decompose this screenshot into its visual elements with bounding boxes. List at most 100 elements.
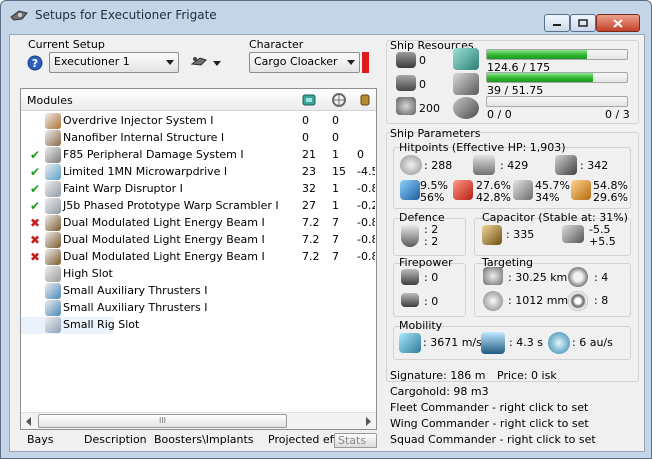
module-powergrid: 7 bbox=[332, 216, 339, 229]
maximize-button[interactable] bbox=[570, 14, 596, 32]
module-name: Small Rig Slot bbox=[63, 318, 140, 331]
missile-dps-icon bbox=[401, 293, 419, 307]
cargohold-text: Cargohold: 98 m3 bbox=[390, 385, 489, 398]
sensor-strength-icon bbox=[568, 291, 588, 311]
module-row[interactable]: ✔ Limited 1MN Microwarpdrive I 23 15 -4.5 bbox=[21, 164, 376, 181]
module-row[interactable]: Nanofiber Internal Structure I 0 0 bbox=[21, 130, 376, 147]
close-button[interactable] bbox=[596, 14, 640, 32]
module-cpu: 0 bbox=[302, 114, 309, 127]
module-name: Dual Modulated Light Energy Beam I bbox=[63, 233, 265, 246]
module-row[interactable]: High Slot bbox=[21, 266, 376, 283]
module-row[interactable]: ✔ F85 Peripheral Damage System I 21 1 0 bbox=[21, 147, 376, 164]
squad-commander-link[interactable]: Squad Commander - right click to set bbox=[390, 433, 596, 446]
current-setup-label: Current Setup bbox=[28, 38, 105, 51]
powergrid-icon bbox=[453, 73, 479, 95]
cpu-progress-fill bbox=[487, 50, 587, 59]
thermal-resist-icon bbox=[453, 180, 473, 200]
module-row[interactable]: Small Auxiliary Thrusters I bbox=[21, 283, 376, 300]
module-name: Dual Modulated Light Energy Beam I bbox=[63, 216, 265, 229]
title-bar[interactable]: Setups for Executioner Frigate bbox=[1, 1, 651, 32]
module-powergrid: 0 bbox=[332, 131, 339, 144]
help-icon[interactable]: ? bbox=[27, 55, 43, 71]
module-name: J5b Phased Prototype Warp Scrambler I bbox=[63, 199, 279, 212]
module-name: Faint Warp Disruptor I bbox=[63, 182, 183, 195]
app-window: Setups for Executioner Frigate Current S… bbox=[0, 0, 652, 459]
tab-stats[interactable]: Stats bbox=[334, 433, 377, 448]
calibration-used-value: 0 / 0 bbox=[487, 108, 512, 121]
module-cpu: 21 bbox=[302, 148, 316, 161]
module-row[interactable]: ✔ J5b Phased Prototype Warp Scrambler I 27… bbox=[21, 198, 376, 215]
armor-hp-icon bbox=[473, 155, 495, 175]
max-targets-icon bbox=[568, 267, 588, 287]
module-row[interactable]: ✖ Dual Modulated Light Energy Beam I 7.2 7 -… bbox=[21, 232, 376, 249]
module-row[interactable]: Small Rig Slot bbox=[21, 317, 376, 334]
minimize-icon bbox=[553, 24, 561, 26]
module-powergrid: 7 bbox=[332, 250, 339, 263]
character-status-indicator bbox=[362, 52, 369, 73]
max-velocity-icon bbox=[399, 333, 421, 353]
capacitor-column-header[interactable] bbox=[357, 92, 373, 111]
module-icon bbox=[45, 300, 61, 316]
capacitor-recharge-icon bbox=[562, 225, 584, 243]
launcher-hardpoints-value: 0 bbox=[419, 78, 426, 91]
online-check-icon[interactable]: ✔ bbox=[29, 165, 41, 179]
armor-hp-value: : 429 bbox=[500, 159, 529, 172]
maximize-icon bbox=[578, 19, 588, 27]
online-check-icon[interactable]: ✔ bbox=[29, 148, 41, 162]
wing-commander-link[interactable]: Wing Commander - right click to set bbox=[390, 417, 589, 430]
character-dropdown[interactable]: Cargo Cloacker bbox=[249, 52, 360, 73]
offline-cross-icon[interactable]: ✖ bbox=[29, 216, 41, 230]
align-time-icon bbox=[481, 332, 505, 354]
tab-description[interactable]: Description bbox=[84, 433, 147, 446]
modules-list[interactable]: Modules Overdrive Injector System I 0 0 Nan… bbox=[20, 88, 377, 430]
targeting-range-icon bbox=[483, 267, 503, 285]
module-row[interactable]: ✖ Dual Modulated Light Energy Beam I 7.2 7 -… bbox=[21, 215, 376, 232]
module-name: F85 Peripheral Damage System I bbox=[63, 148, 244, 161]
ship-parameters-label: Ship Parameters bbox=[390, 127, 481, 140]
offline-cross-icon[interactable]: ✖ bbox=[29, 250, 41, 264]
module-cpu: 7.2 bbox=[302, 250, 320, 263]
capacitor-icon bbox=[360, 94, 370, 106]
module-row[interactable]: Small Auxiliary Thrusters I bbox=[21, 300, 376, 317]
online-check-icon[interactable]: ✔ bbox=[29, 182, 41, 196]
module-icon bbox=[45, 113, 61, 129]
setup-dropdown[interactable]: Executioner 1 bbox=[49, 52, 179, 73]
offline-cross-icon[interactable]: ✖ bbox=[29, 233, 41, 247]
powergrid-progress-fill bbox=[487, 73, 593, 82]
scroll-left-icon[interactable] bbox=[25, 417, 33, 426]
powergrid-column-header[interactable] bbox=[331, 92, 347, 111]
cpu-column-header[interactable] bbox=[301, 92, 317, 111]
setup-tools-button[interactable] bbox=[190, 54, 224, 72]
bottom-tabs: Bays Description Boosters\Implants Proje… bbox=[20, 433, 377, 449]
cpu-progress-bar bbox=[486, 49, 628, 60]
module-icon bbox=[45, 130, 61, 146]
fleet-commander-link[interactable]: Fleet Commander - right click to set bbox=[390, 401, 588, 414]
drone-bay-value: 200 bbox=[419, 102, 440, 115]
defence-value-b: : 2 bbox=[424, 235, 439, 248]
character-dropdown-value: Cargo Cloacker bbox=[254, 55, 338, 68]
online-check-icon[interactable]: ✔ bbox=[29, 199, 41, 213]
warp-speed-icon bbox=[548, 332, 570, 354]
module-name: Nanofiber Internal Structure I bbox=[63, 131, 225, 144]
ship-tools-icon bbox=[190, 57, 207, 66]
max-targets-value: : 4 bbox=[594, 271, 609, 284]
tab-boosters-implants[interactable]: Boosters\Implants bbox=[154, 433, 254, 446]
scrollbar-thumb[interactable]: III bbox=[38, 414, 287, 428]
chevron-down-icon bbox=[213, 61, 221, 66]
module-row[interactable]: ✔ Faint Warp Disruptor I 32 1 -0.8 bbox=[21, 181, 376, 198]
kinetic-resist-secondary: 34% bbox=[535, 191, 560, 204]
module-name: Small Auxiliary Thrusters I bbox=[63, 284, 208, 297]
scroll-right-icon[interactable] bbox=[364, 417, 372, 426]
module-row[interactable]: Overdrive Injector System I 0 0 bbox=[21, 113, 376, 130]
powergrid-progress-bar bbox=[486, 72, 628, 83]
defence-icon bbox=[401, 225, 419, 247]
cpu-icon bbox=[453, 48, 479, 70]
capacitor-delta-recharge: +5.5 bbox=[589, 235, 616, 248]
module-capacitor: 0 bbox=[357, 148, 364, 161]
thermal-resist-secondary: 42.8% bbox=[476, 191, 511, 204]
tab-bays[interactable]: Bays bbox=[27, 433, 54, 446]
minimize-button[interactable] bbox=[544, 14, 570, 32]
module-row[interactable]: ✖ Dual Modulated Light Energy Beam I 7.2 7 -… bbox=[21, 249, 376, 266]
horizontal-scrollbar[interactable]: III bbox=[21, 412, 376, 429]
module-icon bbox=[45, 232, 61, 248]
